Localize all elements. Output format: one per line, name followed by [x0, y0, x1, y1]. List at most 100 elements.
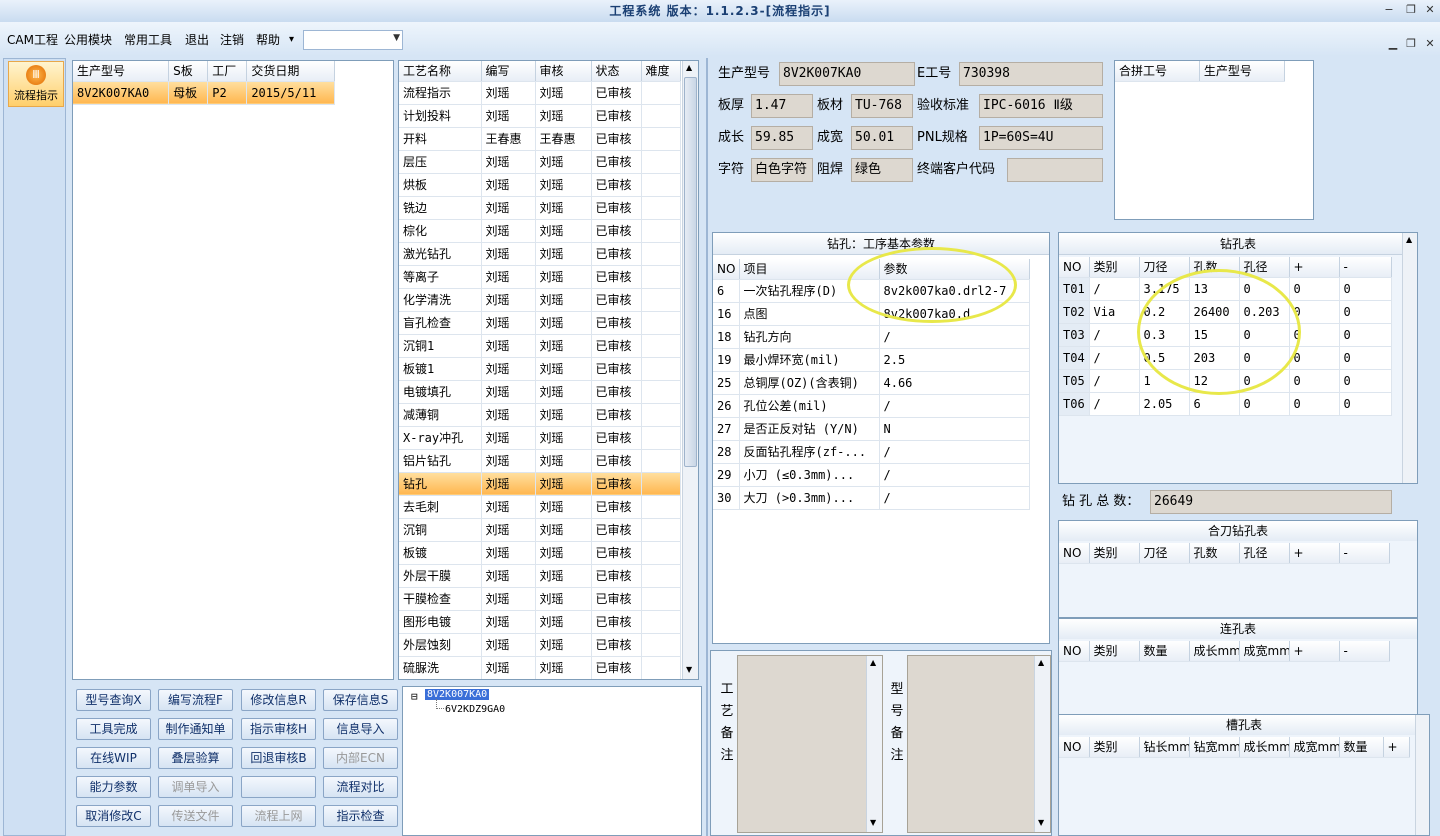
tree-expand-icon[interactable]: ⊟	[411, 690, 418, 703]
process-table-header[interactable]: 难度	[641, 61, 681, 82]
merge-table-header[interactable]: 类别	[1089, 543, 1140, 564]
standard-field[interactable]: IPC-6016 Ⅱ级	[979, 94, 1103, 118]
drill-params-row[interactable]: 19 最小焊环宽(mil) 2.5	[713, 348, 1030, 372]
process-table-row[interactable]: 干膜检查 刘瑶 刘瑶 已审核	[399, 587, 681, 611]
combined-table-header[interactable]: 合拼工号	[1115, 61, 1200, 82]
drill-total-field[interactable]: 26649	[1150, 490, 1392, 514]
action-button[interactable]: 回退审核B	[241, 747, 316, 769]
merge-table-header[interactable]: -	[1339, 543, 1390, 564]
link-table-header[interactable]: 类别	[1089, 641, 1140, 662]
action-button[interactable]: 工具完成	[76, 718, 151, 740]
menu-help[interactable]: 帮助	[256, 32, 280, 48]
drill-table-header[interactable]: 刀径	[1139, 257, 1190, 278]
drill-table-scrollbar[interactable]: ▲	[1402, 233, 1417, 483]
process-table-row[interactable]: 层压 刘瑶 刘瑶 已审核	[399, 150, 681, 174]
drill-params-row[interactable]: 18 钻孔方向 /	[713, 325, 1030, 349]
process-table-row[interactable]: 电镀填孔 刘瑶 刘瑶 已审核	[399, 380, 681, 404]
model-remark-field[interactable]: ▲ ▼	[907, 655, 1051, 833]
process-table-header[interactable]: 审核	[535, 61, 592, 82]
restore-icon[interactable]: ❐	[1402, 2, 1420, 18]
action-button[interactable]	[241, 776, 316, 798]
slot-table-header[interactable]: 钻长mm	[1139, 737, 1190, 758]
process-table-row[interactable]: 外层干膜 刘瑶 刘瑶 已审核	[399, 564, 681, 588]
process-table-row[interactable]: 计划投料 刘瑶 刘瑶 已审核	[399, 104, 681, 128]
process-table-row[interactable]: 板镀 刘瑶 刘瑶 已审核	[399, 541, 681, 565]
splitter[interactable]	[706, 58, 708, 836]
merge-table-header[interactable]: 孔径	[1239, 543, 1290, 564]
pnl-field[interactable]: 1P=60S=4U	[979, 126, 1103, 150]
menu-logout[interactable]: 注销	[220, 32, 244, 48]
scroll-down-icon[interactable]: ▼	[1038, 818, 1044, 827]
action-button[interactable]: 内部ECN	[323, 747, 398, 769]
action-button[interactable]: 叠层验算	[158, 747, 233, 769]
process-table-row[interactable]: 硫脲洗 刘瑶 刘瑶 已审核	[399, 656, 681, 679]
merge-table-header[interactable]: +	[1289, 543, 1340, 564]
process-table-row[interactable]: 沉铜 刘瑶 刘瑶 已审核	[399, 518, 681, 542]
slot-table-header[interactable]: 成宽mm	[1289, 737, 1340, 758]
process-table-row[interactable]: 盲孔检查 刘瑶 刘瑶 已审核	[399, 311, 681, 335]
length-field[interactable]: 59.85	[751, 126, 813, 150]
drill-params-row[interactable]: 30 大刀 (>0.3mm)... /	[713, 486, 1030, 510]
process-table-row[interactable]: 沉铜1 刘瑶 刘瑶 已审核	[399, 334, 681, 358]
slot-table-scrollbar[interactable]	[1415, 715, 1429, 835]
drill-params-header[interactable]: NO	[713, 259, 740, 280]
action-button[interactable]: 信息导入	[323, 718, 398, 740]
action-button[interactable]: 编写流程F	[158, 689, 233, 711]
mdi-close-icon[interactable]: ✕	[1421, 36, 1439, 52]
order-table-header[interactable]: 工厂	[207, 61, 248, 82]
drill-params-row[interactable]: 25 总铜厚(OZ)(含表铜) 4.66	[713, 371, 1030, 395]
action-button[interactable]: 指示检查	[323, 805, 398, 827]
slot-table-header[interactable]: +	[1383, 737, 1410, 758]
process-scroll-thumb[interactable]	[684, 77, 697, 467]
link-table-header[interactable]: NO	[1059, 641, 1090, 662]
scroll-down-icon[interactable]: ▼	[870, 818, 876, 827]
process-table-row[interactable]: 化学清洗 刘瑶 刘瑶 已审核	[399, 288, 681, 312]
eng-field[interactable]: 730398	[959, 62, 1103, 86]
drill-params-row[interactable]: 28 反面钻孔程序(zf-... /	[713, 440, 1030, 464]
scroll-up-icon[interactable]: ▲	[1038, 658, 1044, 667]
slot-table-header[interactable]: 数量	[1339, 737, 1384, 758]
mdi-restore-icon[interactable]: ❐	[1402, 36, 1420, 52]
drill-params-row[interactable]: 26 孔位公差(mil) /	[713, 394, 1030, 418]
scroll-down-icon[interactable]: ▼	[686, 665, 692, 674]
order-table-header[interactable]: 生产型号	[73, 61, 170, 82]
process-remark-scrollbar[interactable]: ▲ ▼	[866, 656, 882, 832]
link-table-header[interactable]: +	[1289, 641, 1340, 662]
scroll-up-icon[interactable]: ▲	[1406, 235, 1412, 244]
mask-field[interactable]: 绿色	[851, 158, 913, 182]
link-table-header[interactable]: 数量	[1139, 641, 1190, 662]
material-field[interactable]: TU-768	[851, 94, 913, 118]
process-remark-field[interactable]: ▲ ▼	[737, 655, 883, 833]
slot-table-header[interactable]: 类别	[1089, 737, 1140, 758]
link-table-header[interactable]: -	[1339, 641, 1390, 662]
tree-child-node[interactable]: 6V2KDZ9GA0	[445, 704, 505, 715]
slot-table-header[interactable]: NO	[1059, 737, 1090, 758]
order-table-header[interactable]: 交货日期	[246, 61, 335, 82]
toolbar-combo[interactable]: ▼	[303, 30, 403, 50]
close-icon[interactable]: ✕	[1421, 2, 1439, 18]
process-table-row[interactable]: 外层蚀刻 刘瑶 刘瑶 已审核	[399, 633, 681, 657]
width-field[interactable]: 50.01	[851, 126, 913, 150]
menu-common-module[interactable]: 公用模块	[64, 32, 112, 48]
link-table-header[interactable]: 成宽mm	[1239, 641, 1290, 662]
drill-table-row[interactable]: T06/2.05 6 0 0 0	[1059, 392, 1392, 416]
process-table-row[interactable]: 减薄铜 刘瑶 刘瑶 已审核	[399, 403, 681, 427]
action-button[interactable]: 型号查询X	[76, 689, 151, 711]
process-table-row[interactable]: 激光钻孔 刘瑶 刘瑶 已审核	[399, 242, 681, 266]
action-button[interactable]: 调单导入	[158, 776, 233, 798]
drill-table-header[interactable]: 类别	[1089, 257, 1140, 278]
thickness-field[interactable]: 1.47	[751, 94, 813, 118]
menu-cam[interactable]: CAM工程	[7, 32, 58, 48]
merge-table-header[interactable]: NO	[1059, 543, 1090, 564]
scroll-up-icon[interactable]: ▲	[870, 658, 876, 667]
menu-common-tools[interactable]: 常用工具	[124, 32, 172, 48]
action-button[interactable]: 传送文件	[158, 805, 233, 827]
process-table-row[interactable]: 板镀1 刘瑶 刘瑶 已审核	[399, 357, 681, 381]
order-table-header[interactable]: S板	[168, 61, 209, 82]
merge-table-header[interactable]: 刀径	[1139, 543, 1190, 564]
action-button[interactable]: 修改信息R	[241, 689, 316, 711]
scroll-up-icon[interactable]: ▲	[686, 63, 692, 72]
action-button[interactable]: 能力参数	[76, 776, 151, 798]
process-table-header[interactable]: 状态	[591, 61, 642, 82]
slot-table-header[interactable]: 钻宽mm	[1189, 737, 1240, 758]
